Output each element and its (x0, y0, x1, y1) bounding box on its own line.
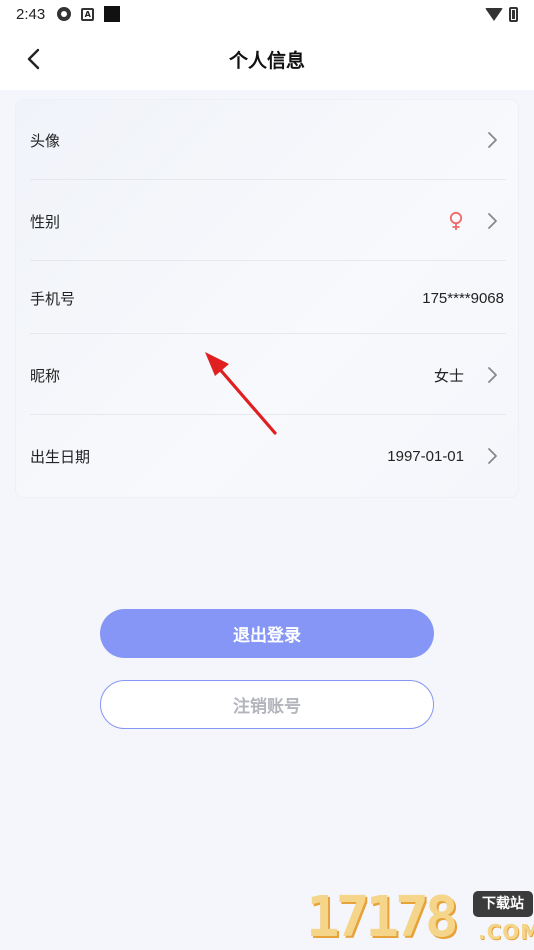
a-box-icon: A (81, 7, 95, 21)
battery-icon (509, 6, 518, 22)
row-phone: 手机号 175****9068 (16, 262, 518, 334)
watermark-logo: 17178 下载站 .COM (306, 888, 534, 950)
header: 个人信息 (0, 28, 534, 90)
female-icon (448, 211, 464, 231)
row-right: 175****9068 (422, 290, 504, 307)
row-right: 女士 (434, 363, 504, 387)
row-avatar[interactable]: 头像 (16, 100, 518, 180)
row-label: 出生日期 (30, 447, 91, 466)
row-right: 1997-01-01 (387, 444, 504, 468)
row-label: 性别 (30, 212, 61, 231)
logout-button[interactable]: 退出登录 (100, 609, 434, 658)
row-label: 手机号 (30, 289, 76, 308)
black-square-icon (104, 6, 121, 22)
status-bar: 2:43 A (0, 0, 534, 28)
chevron-left-icon (27, 48, 40, 70)
watermark-suffix: .COM (478, 920, 534, 944)
settings-gear-icon (57, 7, 72, 21)
status-time: 2:43 (16, 5, 46, 23)
phone-value: 175****9068 (422, 289, 504, 307)
screen: 2:43 A 个人信息 头像 性别 手机号 175****9068 昵称 女士 … (0, 0, 534, 950)
page-title: 个人信息 (228, 49, 305, 72)
chevron-right-icon (480, 363, 504, 387)
watermark-digits: 17178 (306, 885, 459, 950)
row-label: 头像 (30, 131, 61, 150)
row-right (448, 209, 504, 233)
chevron-right-icon (480, 128, 504, 152)
watermark-badge: 下载站 (473, 891, 533, 917)
row-label: 昵称 (30, 366, 61, 385)
row-gender[interactable]: 性别 (16, 181, 518, 261)
nickname-value: 女士 (433, 367, 464, 385)
chevron-right-icon (480, 209, 504, 233)
chevron-right-icon (480, 444, 504, 468)
birthdate-value: 1997-01-01 (387, 447, 464, 465)
wifi-icon (485, 7, 503, 21)
status-right (485, 6, 518, 22)
annotation-arrow-icon (205, 352, 277, 435)
back-button[interactable] (14, 39, 54, 79)
row-right (464, 128, 504, 152)
cancel-account-button[interactable]: 注销账号 (100, 680, 434, 729)
